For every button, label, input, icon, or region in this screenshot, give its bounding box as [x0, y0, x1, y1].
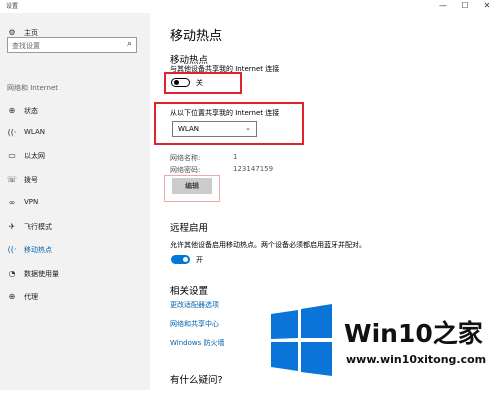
wifi-icon: ((· [7, 128, 17, 137]
link-windows-firewall[interactable]: Windows 防火墙 [170, 338, 224, 348]
sidebar-item-label: 状态 [24, 107, 38, 115]
remote-description: 允许其他设备启用移动热点。两个设备必须都启用蓝牙并配对。 [170, 241, 366, 249]
sidebar-item-label: 数据使用量 [24, 270, 59, 278]
hotspot-toggle-state: 关 [196, 79, 203, 87]
hotspot-icon: ((· [7, 245, 17, 254]
related-heading: 相关设置 [170, 286, 209, 297]
sidebar-item-label: 移动热点 [24, 246, 52, 254]
search-placeholder: 查找设置 [12, 42, 40, 50]
sidebar-item-data-usage[interactable]: ◔ 数据使用量 [0, 264, 150, 284]
watermark: Win10之家 www.win10xitong.com [268, 294, 500, 390]
sidebar-item-hotspot[interactable]: ((· 移动热点 [0, 240, 150, 260]
edit-button[interactable]: 编辑 [172, 178, 212, 194]
search-icon[interactable]: ⌕ [127, 39, 132, 49]
sidebar-item-dialup[interactable]: ☏ 拨号 [0, 170, 150, 190]
sidebar-item-proxy[interactable]: ⊕ 代理 [0, 287, 150, 307]
sidebar-item-airplane[interactable]: ✈ 飞行模式 [0, 217, 150, 237]
sidebar-item-label: 代理 [24, 293, 38, 301]
sidebar-item-ethernet[interactable]: ▭ 以太网 [0, 146, 150, 166]
watermark-url: www.win10xitong.com [346, 353, 487, 366]
status-icon: ⊕ [8, 106, 16, 115]
share-from-label: 从以下位置共享我的 Internet 连接 [170, 109, 280, 117]
sidebar-item-label: 拨号 [24, 176, 38, 184]
toggle-knob [183, 257, 188, 262]
window-title: 设置 [6, 3, 19, 10]
network-password-value: 123147159 [233, 165, 274, 173]
network-name-value: 1 [233, 153, 238, 161]
sidebar: ⚙ 主页 查找设置 ⌕ 网络和 Internet ⊕ 状态 ((· WLAN ▭… [0, 13, 150, 390]
title-bar: 设置 — ☐ ✕ [0, 0, 500, 13]
link-network-sharing-center[interactable]: 网络和共享中心 [170, 319, 219, 329]
sidebar-item-label: VPN [24, 198, 39, 206]
hotspot-toggle[interactable] [171, 78, 190, 87]
toggle-knob [174, 80, 179, 85]
section-heading: 网络和 Internet [7, 84, 59, 92]
close-button[interactable]: ✕ [477, 0, 497, 13]
airplane-icon: ✈ [8, 222, 16, 231]
sidebar-item-label: WLAN [24, 128, 46, 136]
vpn-icon: ∞ [8, 198, 16, 207]
chevron-down-icon: ⌄ [245, 124, 251, 132]
remote-heading: 远程启用 [170, 223, 209, 234]
network-password-label: 网络密码: [170, 166, 201, 174]
remote-toggle[interactable] [171, 255, 190, 264]
question-heading: 有什么疑问? [170, 375, 223, 386]
sidebar-item-label: 飞行模式 [24, 223, 52, 231]
network-name-label: 网络名称: [170, 154, 201, 162]
search-box[interactable]: 查找设置 ⌕ [7, 37, 137, 53]
remote-toggle-state: 开 [196, 256, 203, 264]
sidebar-item-vpn[interactable]: ∞ VPN [0, 193, 150, 213]
sidebar-item-label: 以太网 [24, 152, 45, 160]
share-from-value: WLAN [178, 125, 200, 133]
link-adapter-options[interactable]: 更改适配器选项 [170, 300, 219, 310]
page-title: 移动热点 [170, 29, 223, 44]
maximize-button[interactable]: ☐ [455, 0, 475, 13]
dialup-icon: ☏ [7, 175, 18, 184]
minimize-button[interactable]: — [433, 0, 453, 13]
sidebar-item-wlan[interactable]: ((· WLAN [0, 123, 150, 143]
data-usage-icon: ◔ [8, 269, 16, 278]
ethernet-icon: ▭ [8, 151, 16, 160]
share-from-dropdown[interactable]: WLAN ⌄ [172, 121, 257, 137]
watermark-brand: Win10之家 [344, 319, 483, 348]
proxy-icon: ⊕ [8, 292, 16, 301]
sidebar-item-status[interactable]: ⊕ 状态 [0, 101, 150, 121]
